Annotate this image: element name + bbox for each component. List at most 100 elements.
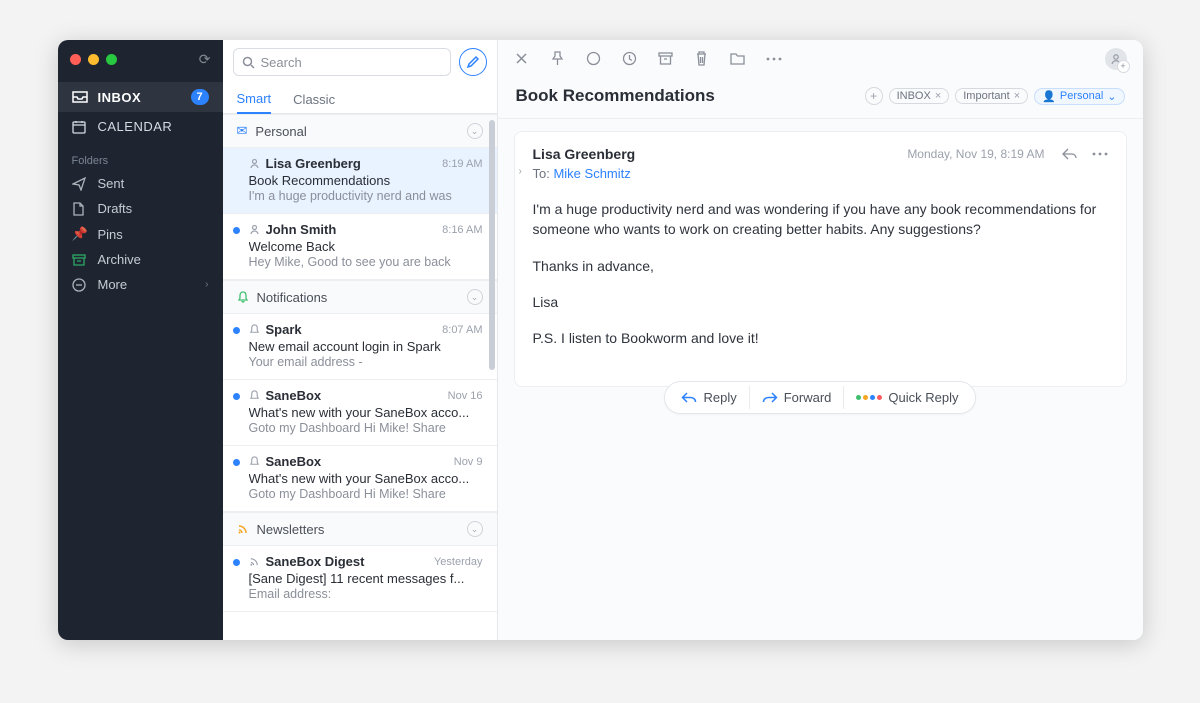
message-sender: SaneBox Digest <box>266 554 428 569</box>
remove-chip-icon[interactable]: × <box>935 90 941 102</box>
body-paragraph: Lisa <box>533 292 1108 312</box>
tab-classic[interactable]: Classic <box>293 92 335 113</box>
message-item[interactable]: SaneBox Nov 16 What's new with your Sane… <box>223 380 497 446</box>
email-body: I'm a huge productivity nerd and was won… <box>515 181 1126 386</box>
trash-icon[interactable] <box>694 51 710 67</box>
collapse-icon[interactable]: ⌄ <box>467 289 483 305</box>
window-controls <box>70 54 117 65</box>
chip-personal[interactable]: 👤 Personal ⌄ <box>1034 88 1124 105</box>
rss-icon <box>249 556 260 567</box>
add-label-button[interactable]: + <box>865 87 883 105</box>
message-item[interactable]: Lisa Greenberg 8:19 AM Book Recommendati… <box>223 148 497 214</box>
group-header-personal[interactable]: ✉ Personal ⌄ <box>223 114 497 148</box>
message-preview: I'm a huge productivity nerd and was <box>249 189 483 203</box>
more-icon[interactable] <box>766 51 782 67</box>
expand-thread-icon[interactable]: › <box>519 166 522 177</box>
sidebar: ⟳ INBOX 7 CALENDAR Folders Sent <box>58 40 223 640</box>
close-window-button[interactable] <box>70 54 81 65</box>
group-header-notifications[interactable]: Notifications ⌄ <box>223 280 497 314</box>
message-time: 8:19 AM <box>442 158 482 170</box>
sync-icon[interactable]: ⟳ <box>199 51 211 68</box>
message-subject: What's new with your SaneBox acco... <box>249 471 483 486</box>
remove-chip-icon[interactable]: × <box>1014 90 1020 102</box>
tab-smart[interactable]: Smart <box>237 91 272 114</box>
mark-read-icon[interactable] <box>586 51 602 67</box>
person-icon <box>249 224 260 235</box>
chevron-right-icon: › <box>205 279 208 290</box>
email-date: Monday, Nov 19, 8:19 AM <box>907 147 1044 161</box>
body-paragraph: P.S. I listen to Bookworm and love it! <box>533 328 1108 348</box>
nav-inbox[interactable]: INBOX 7 <box>58 82 223 112</box>
close-icon[interactable] <box>514 51 530 67</box>
bell-icon <box>249 456 260 467</box>
message-item[interactable]: John Smith 8:16 AM Welcome Back Hey Mike… <box>223 214 497 280</box>
nav-inbox-label: INBOX <box>98 90 181 105</box>
message-list-pane: Search Smart Classic ✉ Personal ⌄ Lisa <box>223 40 498 640</box>
envelope-icon: ✉ <box>237 123 248 139</box>
search-input[interactable]: Search <box>233 48 451 76</box>
reader-toolbar <box>498 40 1143 78</box>
drafts-icon <box>72 202 88 216</box>
message-time: Nov 16 <box>448 390 483 402</box>
collapse-icon[interactable]: ⌄ <box>467 521 483 537</box>
nav-calendar[interactable]: CALENDAR <box>58 112 223 141</box>
folder-label: Pins <box>98 227 123 242</box>
message-preview: Goto my Dashboard Hi Mike! Share <box>249 487 483 501</box>
folder-more[interactable]: More › <box>58 272 223 297</box>
maximize-window-button[interactable] <box>106 54 117 65</box>
message-sender: Spark <box>266 322 437 337</box>
message-subject: New email account login in Spark <box>249 339 483 354</box>
share-avatar-button[interactable] <box>1105 48 1127 70</box>
archive-icon[interactable] <box>658 51 674 67</box>
bell-icon <box>249 390 260 401</box>
scrollbar[interactable] <box>489 120 495 634</box>
email-recipients[interactable]: To: Mike Schmitz <box>533 166 1108 181</box>
inbox-icon <box>72 91 88 103</box>
quick-reply-icon <box>856 395 882 400</box>
unread-indicator <box>233 459 240 466</box>
group-header-newsletters[interactable]: Newsletters ⌄ <box>223 512 497 546</box>
person-icon <box>249 158 260 169</box>
message-item[interactable]: Spark 8:07 AM New email account login in… <box>223 314 497 380</box>
folder-label: Drafts <box>98 201 133 216</box>
app-window: ⟳ INBOX 7 CALENDAR Folders Sent <box>58 40 1143 640</box>
more-icon <box>72 278 88 292</box>
folder-sent[interactable]: Sent <box>58 171 223 196</box>
archive-icon <box>72 254 88 266</box>
reply-button[interactable]: Reply <box>669 386 748 409</box>
body-paragraph: Thanks in advance, <box>533 256 1108 276</box>
folder-drafts[interactable]: Drafts <box>58 196 223 221</box>
folder-pins[interactable]: 📌 Pins <box>58 221 223 247</box>
chip-inbox[interactable]: INBOX× <box>889 88 950 104</box>
message-time: Yesterday <box>434 556 483 568</box>
bell-icon <box>249 324 260 335</box>
group-label: Newsletters <box>257 522 325 537</box>
email-title: Book Recommendations <box>516 86 855 106</box>
folder-label: Archive <box>98 252 141 267</box>
pin-icon: 📌 <box>72 226 88 242</box>
email-sender: Lisa Greenberg <box>533 146 898 162</box>
unread-indicator <box>233 227 240 234</box>
message-item[interactable]: SaneBox Nov 9 What's new with your SaneB… <box>223 446 497 512</box>
reply-icon[interactable] <box>1061 147 1078 161</box>
snooze-icon[interactable] <box>622 51 638 67</box>
move-folder-icon[interactable] <box>730 51 746 67</box>
message-subject: Welcome Back <box>249 239 483 254</box>
chip-important[interactable]: Important× <box>955 88 1028 104</box>
email-actions: Reply Forward Quick Reply <box>664 381 975 414</box>
pin-icon[interactable] <box>550 51 566 67</box>
folder-label: More <box>98 277 128 292</box>
forward-button[interactable]: Forward <box>749 386 844 409</box>
minimize-window-button[interactable] <box>88 54 99 65</box>
message-preview: Goto my Dashboard Hi Mike! Share <box>249 421 483 435</box>
compose-button[interactable] <box>459 48 487 76</box>
person-icon: 👤 <box>1042 90 1056 103</box>
folder-archive[interactable]: Archive <box>58 247 223 272</box>
quick-reply-button[interactable]: Quick Reply <box>843 386 970 409</box>
collapse-icon[interactable]: ⌄ <box>467 123 483 139</box>
message-item[interactable]: SaneBox Digest Yesterday [Sane Digest] 1… <box>223 546 497 612</box>
message-subject: [Sane Digest] 11 recent messages f... <box>249 571 483 586</box>
body-paragraph: I'm a huge productivity nerd and was won… <box>533 199 1108 240</box>
message-sender: Lisa Greenberg <box>266 156 437 171</box>
more-icon[interactable] <box>1092 152 1108 156</box>
